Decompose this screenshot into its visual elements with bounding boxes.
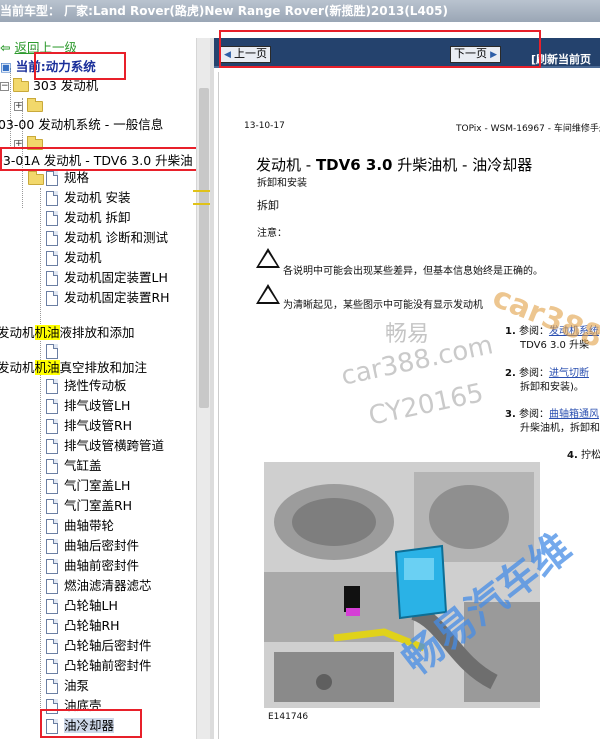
document-icon bbox=[46, 599, 58, 614]
tree-item[interactable]: 曲轴带轮 bbox=[46, 516, 114, 536]
step-2-line2: 拆卸和安装)。 bbox=[520, 382, 584, 393]
home-icon: ▣ bbox=[0, 59, 12, 74]
document-icon bbox=[46, 379, 58, 394]
tree-item[interactable]: 发动机 bbox=[46, 248, 102, 268]
tree-item-oil-vacuum[interactable]: 发动机机油真空排放和加注 bbox=[0, 358, 147, 378]
tree-item[interactable]: 凸轮轴RH bbox=[46, 616, 120, 636]
highlight-box bbox=[34, 52, 126, 80]
tree-item[interactable]: 规格 bbox=[46, 168, 89, 188]
back-arrow-icon: ⇦ bbox=[0, 40, 11, 55]
highlight-box bbox=[219, 30, 541, 68]
document-icon bbox=[46, 639, 58, 654]
highlight-box bbox=[0, 147, 198, 171]
tree-item[interactable]: 排气歧管LH bbox=[46, 396, 130, 416]
doc-section: 拆卸 bbox=[257, 199, 279, 212]
tree-item[interactable]: 气门室盖LH bbox=[46, 476, 130, 496]
step-4: 4. 拧松 bbox=[567, 450, 600, 461]
step-3-line2: 升柴油机，拆卸和 bbox=[520, 423, 600, 434]
document-icon bbox=[46, 419, 58, 434]
warning-text-1: 各说明中可能会出现某些差异，但基本信息始终是正确的。 bbox=[283, 266, 543, 277]
tree-item[interactable]: 燃油滤清器滤芯 bbox=[46, 576, 152, 596]
tree-item[interactable]: 凸轮轴前密封件 bbox=[46, 656, 152, 676]
tree-item[interactable]: 挠性传动板 bbox=[46, 376, 127, 396]
tree-item[interactable]: 曲轴前密封件 bbox=[46, 556, 139, 576]
document-icon bbox=[46, 231, 58, 246]
tree-item[interactable]: 发动机 拆卸 bbox=[46, 208, 130, 228]
document-icon bbox=[46, 271, 58, 286]
tree-scrollbar[interactable] bbox=[196, 38, 210, 739]
navigation-tree: ⇦ 返回上一级 ▣ 当前:动力系统 − 303 发动机 + 303-00 发动机… bbox=[0, 38, 210, 739]
document-icon bbox=[46, 679, 58, 694]
tree-node-303-00[interactable]: 303-00 发动机系统 - 一般信息 bbox=[0, 115, 163, 135]
tree-node-303-01a-folder[interactable] bbox=[28, 169, 44, 189]
tree-item[interactable]: 排气歧管横跨管道 bbox=[46, 436, 164, 456]
step-1-line2: TDV6 3.0 升柴 bbox=[520, 340, 590, 351]
collapse-icon[interactable]: − bbox=[0, 82, 9, 91]
document-icon bbox=[46, 399, 58, 414]
scrollbar-thumb[interactable] bbox=[199, 88, 209, 408]
doc-date: 13-10-17 bbox=[244, 121, 285, 131]
document-icon bbox=[46, 479, 58, 494]
warning-triangle-icon bbox=[256, 248, 280, 268]
document-icon bbox=[46, 619, 58, 634]
folder-icon bbox=[26, 98, 43, 112]
folder-icon bbox=[28, 171, 44, 185]
expand-icon[interactable]: + bbox=[14, 102, 23, 111]
tree-item[interactable]: 曲轴后密封件 bbox=[46, 536, 139, 556]
document-icon bbox=[46, 459, 58, 474]
warning-triangle-icon bbox=[256, 284, 280, 304]
tree-item[interactable]: 发动机固定装置LH bbox=[46, 268, 168, 288]
tree-item[interactable]: 排气歧管RH bbox=[46, 416, 132, 436]
step-1: 1. 参阅：发动机系统 bbox=[505, 326, 599, 337]
tree-item[interactable]: 气门室盖RH bbox=[46, 496, 132, 516]
warning-text-2: 为清晰起见，某些图示中可能没有显示发动机 bbox=[283, 300, 483, 311]
doc-note-label: 注意： bbox=[257, 228, 287, 239]
document-icon bbox=[46, 251, 58, 266]
tree-node-303-collapsed[interactable]: + bbox=[14, 96, 43, 116]
document-icon bbox=[46, 171, 58, 186]
tree-item[interactable]: 油泵 bbox=[46, 676, 89, 696]
document-icon bbox=[46, 439, 58, 454]
document-icon bbox=[46, 191, 58, 206]
engine-figure bbox=[264, 462, 540, 708]
folder-icon bbox=[12, 78, 29, 92]
document-icon bbox=[46, 211, 58, 226]
highlight-box bbox=[40, 709, 142, 738]
tree-item[interactable]: 发动机 安装 bbox=[46, 188, 130, 208]
tree-item[interactable]: 发动机 诊断和测试 bbox=[46, 228, 168, 248]
document-icon bbox=[46, 499, 58, 514]
splitter-mark bbox=[193, 203, 211, 205]
tree-item[interactable]: 气缸盖 bbox=[46, 456, 102, 476]
doc-header: TOPix - WSM-16967 - 车间维修手册 bbox=[456, 124, 600, 134]
tree-item[interactable]: 发动机固定装置RH bbox=[46, 288, 170, 308]
splitter-mark bbox=[193, 190, 211, 192]
tree-item[interactable]: 凸轮轴后密封件 bbox=[46, 636, 152, 656]
document-icon bbox=[46, 579, 58, 594]
doc-title: 发动机 - TDV6 3.0 升柴油机 - 油冷却器 bbox=[256, 156, 533, 174]
tree-item[interactable]: 凸轮轴LH bbox=[46, 596, 118, 616]
figure-id: E141746 bbox=[268, 712, 309, 722]
document-icon bbox=[46, 539, 58, 554]
tree-item-oil-drain[interactable]: 发动机机油液排放和添加 bbox=[0, 323, 135, 343]
document-icon bbox=[46, 659, 58, 674]
doc-subtitle: 拆卸和安装 bbox=[257, 178, 307, 189]
document-icon bbox=[46, 291, 58, 306]
document-icon bbox=[46, 344, 58, 359]
document-icon bbox=[46, 559, 58, 574]
document-icon bbox=[46, 519, 58, 534]
panel-splitter[interactable] bbox=[210, 38, 214, 739]
step-2: 2. 参阅：进气切断 bbox=[505, 368, 589, 379]
step-3: 3. 参阅：曲轴箱通风 bbox=[505, 409, 599, 420]
window-title: 当前车型： 厂家:Land Rover(路虎)New Range Rover(新… bbox=[0, 0, 600, 22]
